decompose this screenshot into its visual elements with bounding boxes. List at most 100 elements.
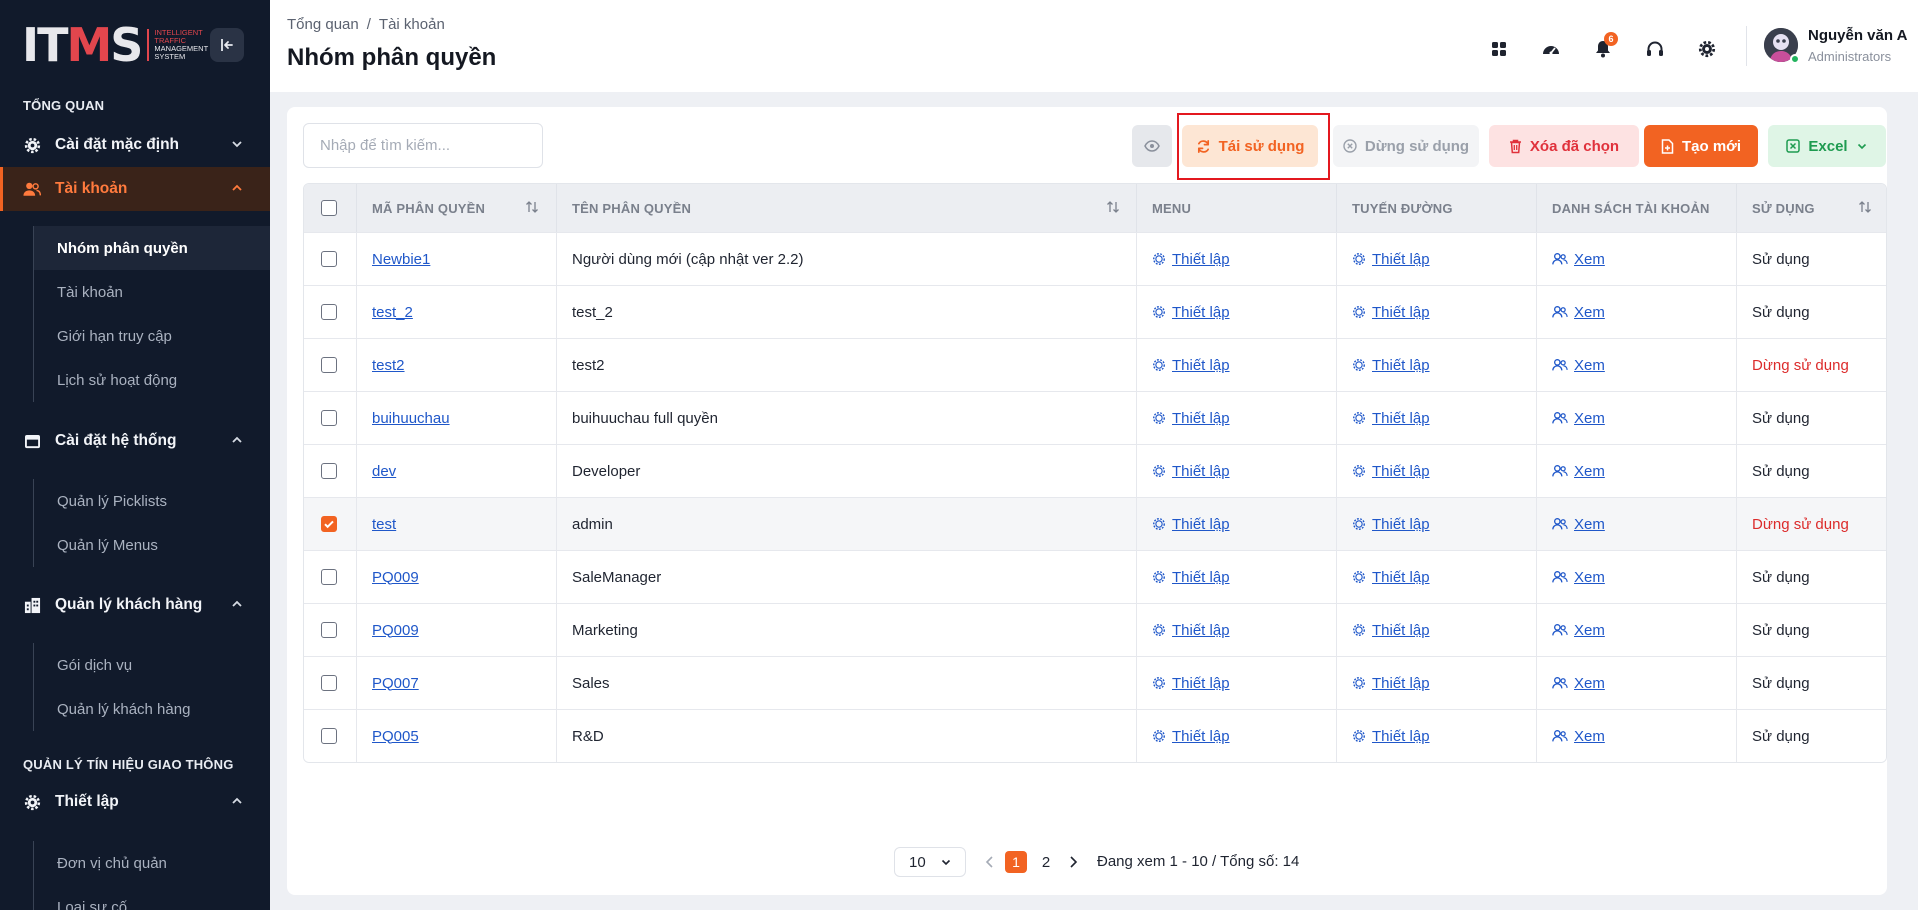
table-row[interactable]: test admin Thiết lập Thiết lập Xem Dừng sử dụ… — [304, 497, 1886, 550]
route-setup-link[interactable]: Thiết lập — [1352, 357, 1430, 374]
view-accounts-link[interactable]: Xem — [1552, 304, 1605, 321]
page-1-button[interactable]: 1 — [1005, 851, 1027, 873]
prev-page-button[interactable] — [984, 854, 996, 870]
table-row[interactable]: PQ005 R&D Thiết lập Thiết lập Xem Sử dụng — [304, 709, 1886, 762]
sidebar-group-default-settings[interactable]: Cài đặt mặc định — [0, 123, 270, 167]
menu-setup-link[interactable]: Thiết lập — [1152, 357, 1230, 374]
dashboard-button[interactable] — [1532, 30, 1570, 68]
view-accounts-link[interactable]: Xem — [1552, 251, 1605, 268]
create-new-button[interactable]: Tạo mới — [1644, 125, 1758, 167]
row-checkbox[interactable] — [321, 675, 337, 691]
view-accounts-link[interactable]: Xem — [1552, 410, 1605, 427]
next-page-button[interactable] — [1067, 854, 1079, 870]
sidebar-item-service-packages[interactable]: Gói dịch vụ — [34, 643, 270, 687]
menu-setup-link[interactable]: Thiết lập — [1152, 728, 1230, 745]
sidebar-item-access-limits[interactable]: Giới hạn truy cập — [34, 314, 270, 358]
sort-icon[interactable] — [1858, 200, 1872, 214]
stop-using-button[interactable]: Dừng sử dụng — [1333, 125, 1479, 167]
table-row[interactable]: test2 test2 Thiết lập Thiết lập Xem Dừng sử d… — [304, 338, 1886, 391]
row-checkbox[interactable] — [321, 569, 337, 585]
apps-button[interactable] — [1480, 30, 1518, 68]
support-button[interactable] — [1636, 30, 1674, 68]
view-accounts-link[interactable]: Xem — [1552, 357, 1605, 374]
permission-code-link[interactable]: PQ009 — [372, 622, 419, 639]
breadcrumb-overview[interactable]: Tổng quan — [287, 16, 359, 33]
sidebar-item-managing-units[interactable]: Đơn vị chủ quản — [34, 841, 270, 885]
row-checkbox[interactable] — [321, 622, 337, 638]
row-checkbox[interactable] — [321, 516, 337, 532]
view-accounts-link[interactable]: Xem — [1552, 516, 1605, 533]
view-accounts-link[interactable]: Xem — [1552, 569, 1605, 586]
sort-icon[interactable] — [1106, 200, 1120, 214]
permission-code-link[interactable]: test_2 — [372, 304, 413, 321]
notifications-button[interactable]: 6 — [1584, 30, 1622, 68]
sidebar-item-menus[interactable]: Quản lý Menus — [34, 523, 270, 567]
view-accounts-link[interactable]: Xem — [1552, 728, 1605, 745]
view-accounts-link[interactable]: Xem — [1552, 622, 1605, 639]
select-all-checkbox[interactable] — [321, 200, 337, 216]
row-checkbox[interactable] — [321, 728, 337, 744]
row-checkbox[interactable] — [321, 410, 337, 426]
sidebar-item-picklists[interactable]: Quản lý Picklists — [34, 479, 270, 523]
menu-setup-link[interactable]: Thiết lập — [1152, 675, 1230, 692]
user-name[interactable]: Nguyễn văn A — [1808, 27, 1907, 44]
route-setup-link[interactable]: Thiết lập — [1352, 569, 1430, 586]
row-checkbox[interactable] — [321, 357, 337, 373]
permission-code-link[interactable]: PQ007 — [372, 675, 419, 692]
table-row[interactable]: PQ007 Sales Thiết lập Thiết lập Xem Sử dụng — [304, 656, 1886, 709]
permission-code-link[interactable]: PQ009 — [372, 569, 419, 586]
sidebar-group-accounts[interactable]: Tài khoản — [0, 167, 270, 211]
route-setup-link[interactable]: Thiết lập — [1352, 410, 1430, 427]
delete-selected-button[interactable]: Xóa đã chọn — [1489, 125, 1639, 167]
route-setup-link[interactable]: Thiết lập — [1352, 251, 1430, 268]
menu-setup-link[interactable]: Thiết lập — [1152, 622, 1230, 639]
page-2-button[interactable]: 2 — [1035, 851, 1057, 873]
menu-setup-link[interactable]: Thiết lập — [1152, 463, 1230, 480]
route-setup-link[interactable]: Thiết lập — [1352, 516, 1430, 533]
sidebar-item-incident-types[interactable]: Loại sự cố — [34, 885, 270, 910]
permission-code-link[interactable]: test2 — [372, 357, 405, 374]
permission-code-link[interactable]: test — [372, 516, 396, 533]
permission-code-link[interactable]: Newbie1 — [372, 251, 430, 268]
sidebar-item-permission-groups[interactable]: Nhóm phân quyền — [34, 226, 270, 270]
row-checkbox[interactable] — [321, 304, 337, 320]
table-row[interactable]: dev Developer Thiết lập Thiết lập Xem Sử dụng — [304, 444, 1886, 497]
toggle-visibility-button[interactable] — [1132, 125, 1172, 167]
menu-setup-link[interactable]: Thiết lập — [1152, 251, 1230, 268]
table-row[interactable]: PQ009 Marketing Thiết lập Thiết lập Xem Sử dụ… — [304, 603, 1886, 656]
table-row[interactable]: Newbie1 Người dùng mới (cập nhật ver 2.2)… — [304, 232, 1886, 285]
menu-setup-link[interactable]: Thiết lập — [1152, 516, 1230, 533]
sidebar-group-customers[interactable]: Quản lý khách hàng — [0, 583, 270, 627]
settings-button[interactable] — [1688, 30, 1726, 68]
menu-setup-link[interactable]: Thiết lập — [1152, 304, 1230, 321]
row-checkbox[interactable] — [321, 463, 337, 479]
sidebar-item-customer-management[interactable]: Quản lý khách hàng — [34, 687, 270, 731]
sidebar-group-setup[interactable]: Thiết lập — [0, 780, 270, 824]
breadcrumb-accounts[interactable]: Tài khoản — [379, 16, 445, 33]
route-setup-link[interactable]: Thiết lập — [1352, 622, 1430, 639]
search-input[interactable] — [303, 123, 543, 168]
table-row[interactable]: test_2 test_2 Thiết lập Thiết lập Xem Sử dụng — [304, 285, 1886, 338]
menu-setup-link[interactable]: Thiết lập — [1152, 410, 1230, 427]
page-size-select[interactable]: 10 — [894, 847, 966, 877]
permission-code-link[interactable]: buihuuchau — [372, 410, 450, 427]
collapse-sidebar-button[interactable] — [210, 28, 244, 62]
route-setup-link[interactable]: Thiết lập — [1352, 728, 1430, 745]
sort-icon[interactable] — [525, 200, 539, 214]
route-setup-link[interactable]: Thiết lập — [1352, 675, 1430, 692]
menu-setup-link[interactable]: Thiết lập — [1152, 569, 1230, 586]
route-setup-link[interactable]: Thiết lập — [1352, 463, 1430, 480]
view-accounts-link[interactable]: Xem — [1552, 463, 1605, 480]
permission-code-link[interactable]: dev — [372, 463, 396, 480]
permission-code-link[interactable]: PQ005 — [372, 728, 419, 745]
table-row[interactable]: PQ009 SaleManager Thiết lập Thiết lập Xem Sử … — [304, 550, 1886, 603]
page-title: Nhóm phân quyền — [287, 44, 497, 71]
route-setup-link[interactable]: Thiết lập — [1352, 304, 1430, 321]
excel-export-button[interactable]: Excel — [1768, 125, 1886, 167]
view-accounts-link[interactable]: Xem — [1552, 675, 1605, 692]
sidebar-item-accounts[interactable]: Tài khoản — [34, 270, 270, 314]
sidebar-group-system-settings[interactable]: Cài đặt hệ thống — [0, 419, 270, 463]
sidebar-item-activity-history[interactable]: Lịch sử hoạt động — [34, 358, 270, 402]
table-row[interactable]: buihuuchau buihuuchau full quyền Thiết lập… — [304, 391, 1886, 444]
row-checkbox[interactable] — [321, 251, 337, 267]
